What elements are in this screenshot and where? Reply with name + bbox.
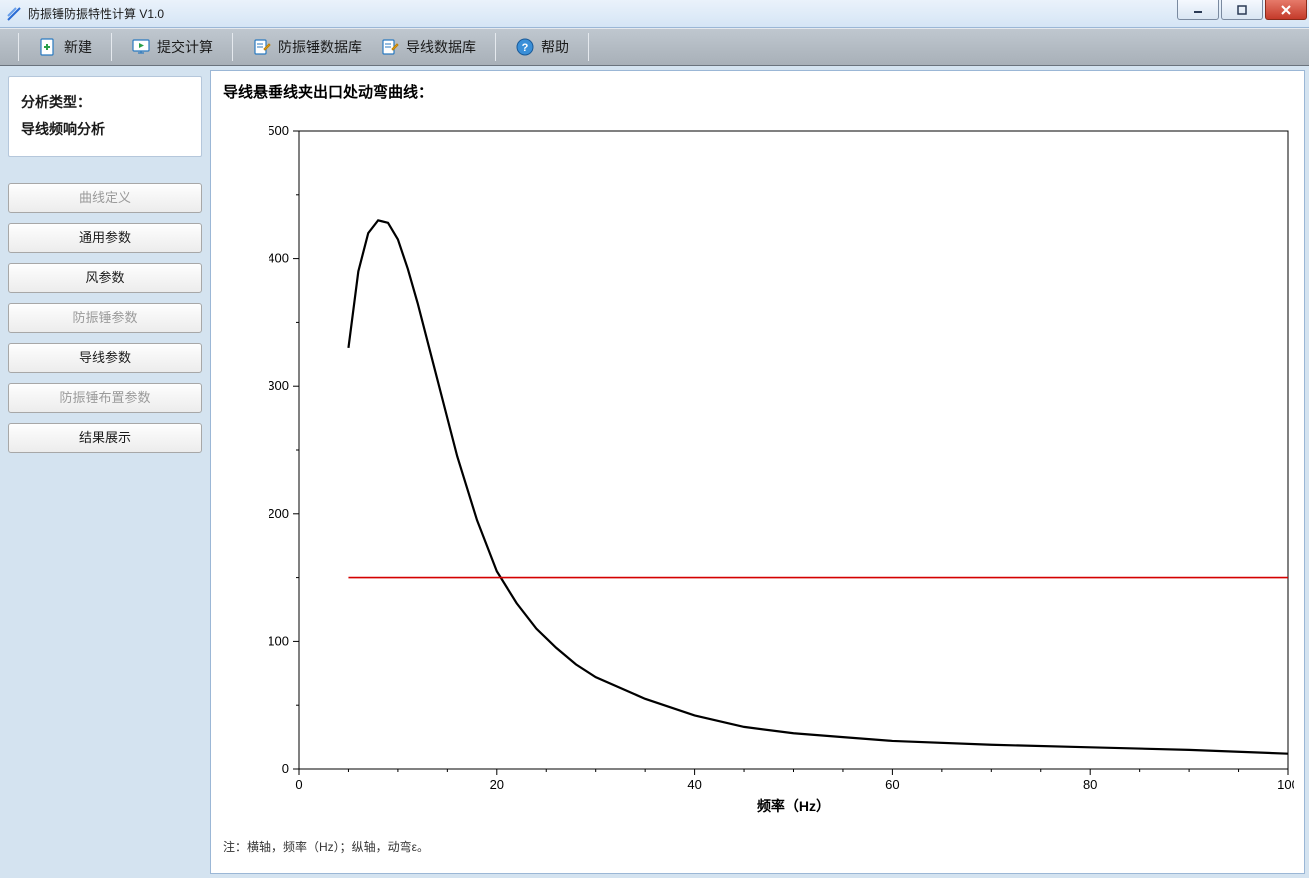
x-axis-label: 频率（Hz）: [757, 798, 830, 814]
analysis-type-heading2: 导线频响分析: [21, 116, 189, 143]
conductor-db-label: 导线数据库: [406, 37, 476, 57]
sidebar-button-list: 曲线定义通用参数风参数防振锤参数导线参数防振锤布置参数结果展示: [8, 183, 202, 453]
chart-footnote: 注：横轴，频率（Hz）；纵轴，动弯ε。: [223, 838, 429, 855]
y-tick-label: 400: [269, 251, 289, 266]
x-tick-label: 100: [1277, 777, 1294, 792]
sidebar: 分析类型： 导线频响分析 曲线定义通用参数风参数防振锤参数导线参数防振锤布置参数…: [0, 66, 210, 878]
help-button-label: 帮助: [541, 37, 569, 57]
edit-doc-icon: [252, 37, 272, 57]
file-plus-icon: [38, 37, 58, 57]
plot-frame: [299, 131, 1288, 769]
workspace: 分析类型： 导线频响分析 曲线定义通用参数风参数防振锤参数导线参数防振锤布置参数…: [0, 66, 1309, 878]
content-panel: 导线悬垂线夹出口处动弯曲线： 0 20 40 60 80 100 0 100 200 300 400…: [210, 70, 1305, 874]
damper-db-label: 防振锤数据库: [278, 37, 362, 57]
help-icon: ?: [515, 37, 535, 57]
sidebar-button-3: 防振锤参数: [8, 303, 202, 333]
new-button[interactable]: 新建: [29, 32, 101, 62]
submit-button[interactable]: 提交计算: [122, 32, 222, 62]
new-button-label: 新建: [64, 37, 92, 57]
analysis-type-panel: 分析类型： 导线频响分析: [8, 76, 202, 157]
y-tick-label: 300: [269, 378, 289, 393]
y-tick-label: 100: [269, 633, 289, 648]
play-monitor-icon: [131, 37, 151, 57]
window-controls: [1177, 0, 1309, 20]
y-tick-label: 0: [282, 761, 289, 776]
x-tick-label: 20: [490, 777, 504, 792]
sidebar-button-2[interactable]: 风参数: [8, 263, 202, 293]
sidebar-button-5: 防振锤布置参数: [8, 383, 202, 413]
x-tick-label: 40: [687, 777, 701, 792]
x-tick-label: 60: [885, 777, 899, 792]
sidebar-button-6[interactable]: 结果展示: [8, 423, 202, 453]
y-tick-label: 200: [269, 506, 289, 521]
chart-box: 0204060801000100200300400500频率（Hz）应变（10^…: [269, 111, 1294, 819]
analysis-type-heading1: 分析类型：: [21, 89, 189, 116]
maximize-button[interactable]: [1221, 0, 1263, 20]
chart-title: 导线悬垂线夹出口处动弯曲线：: [223, 81, 433, 102]
window-title: 防振锤防振特性计算 V1.0: [28, 5, 164, 22]
toolbar: 新建 提交计算 防振锤数据库: [0, 28, 1309, 66]
app-icon: [6, 6, 22, 22]
submit-button-label: 提交计算: [157, 37, 213, 57]
close-button[interactable]: [1265, 0, 1307, 20]
minimize-button[interactable]: [1177, 0, 1219, 20]
titlebar: 防振锤防振特性计算 V1.0: [0, 0, 1309, 28]
x-tick-label: 80: [1083, 777, 1097, 792]
sidebar-button-0: 曲线定义: [8, 183, 202, 213]
damper-db-button[interactable]: 防振锤数据库: [243, 32, 371, 62]
sidebar-button-4[interactable]: 导线参数: [8, 343, 202, 373]
sidebar-button-1[interactable]: 通用参数: [8, 223, 202, 253]
edit-doc-icon: [380, 37, 400, 57]
conductor-db-button[interactable]: 导线数据库: [371, 32, 485, 62]
svg-text:?: ?: [522, 42, 529, 54]
y-tick-label: 500: [269, 123, 289, 138]
help-button[interactable]: ? 帮助: [506, 32, 578, 62]
x-tick-label: 0: [295, 777, 302, 792]
